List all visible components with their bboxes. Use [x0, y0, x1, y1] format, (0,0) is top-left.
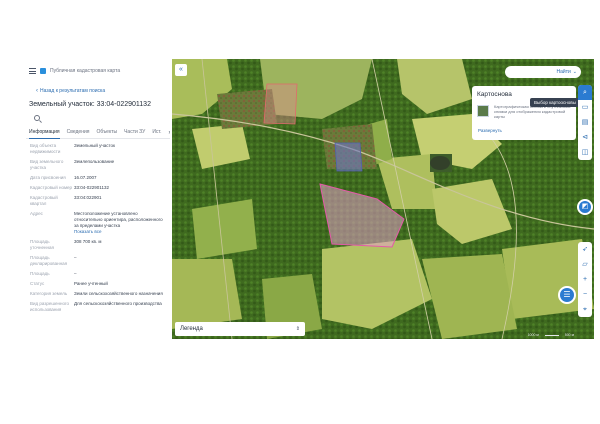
info-value: 33:04:022901 — [74, 195, 102, 200]
tab-bar: Информация Сведения Объекты Части ЗУ Ист… — [26, 128, 170, 139]
sidebar: Публичная кадастровая карта ‹ Назад к ре… — [26, 58, 170, 345]
printer-icon[interactable]: ▭ — [578, 100, 592, 115]
map-view[interactable]: « Найти ⌄ Картоснова Картографическая ос… — [172, 59, 594, 339]
tab-history[interactable]: Ист. — [152, 128, 161, 139]
info-row: Площадь декларированная – — [30, 255, 170, 267]
legend-dropdown[interactable]: Легенда ⇕ — [175, 322, 305, 336]
info-key: Дата присвоения — [30, 175, 66, 180]
info-key: Площадь — [30, 271, 50, 276]
back-link[interactable]: ‹ Назад к результатам поиска — [26, 88, 170, 94]
locate-icon[interactable]: ⌖ — [578, 302, 592, 317]
info-value: Для сельскохозяйственного производства — [74, 301, 162, 306]
share-icon[interactable]: ⊲ — [578, 130, 592, 145]
basemap-button[interactable]: ◩ — [577, 199, 593, 215]
basemap-expand-link[interactable]: Развернуть — [478, 128, 502, 133]
info-row: Дата присвоения 16.07.2007 — [30, 175, 170, 181]
info-value: 308 700 кв. м — [74, 239, 102, 244]
basemap-thumbnail[interactable] — [477, 105, 489, 117]
scale-line — [544, 333, 559, 336]
info-key: Площадь декларированная — [30, 255, 68, 266]
magnifier-icon[interactable] — [34, 115, 40, 121]
tab-objects[interactable]: Объекты — [96, 128, 117, 139]
scale-bar: 1000 м 500 м — [528, 333, 574, 337]
info-key: Площадь уточненная — [30, 239, 54, 250]
info-value: 33:04-022901132 — [74, 185, 109, 190]
zoom-toolbar: ➶ ▱ + − ⌖ — [578, 242, 592, 317]
plus-icon[interactable]: + — [578, 272, 592, 287]
app-header: Публичная кадастровая карта — [26, 64, 170, 78]
chevron-down-icon[interactable]: ⌄ — [573, 69, 577, 75]
menu-icon[interactable] — [29, 68, 36, 74]
info-key: Вид объекта недвижимости — [30, 143, 61, 154]
page-title: Земельный участок: 33:04-022901132 — [29, 101, 151, 108]
app-title: Публичная кадастровая карта — [50, 68, 121, 74]
layers-icon[interactable]: ◫ — [578, 145, 592, 160]
search-icon[interactable]: ⌕ — [578, 85, 592, 100]
logo-icon — [40, 68, 46, 74]
tab-parts[interactable]: Части ЗУ — [124, 128, 145, 139]
info-value: Земельный участок — [74, 143, 115, 148]
info-key: Вид разрешенного использования — [30, 301, 70, 312]
info-row: Площадь – — [30, 271, 170, 277]
scale-label-left: 1000 м — [527, 333, 539, 337]
info-row: Категория земель Земли сельскохозяйствен… — [30, 291, 170, 297]
info-value: Местоположение установлено относительно … — [74, 211, 164, 235]
chevron-right-icon[interactable]: › — [169, 130, 170, 136]
info-row: Статус Ранее учтенный — [30, 281, 170, 287]
info-row: Кадастровый квартал 33:04:022901 — [30, 195, 170, 207]
info-key: Статус — [30, 281, 45, 286]
info-key: Категория земель — [30, 291, 68, 296]
info-value: Ранее учтенный — [74, 281, 108, 286]
info-value: Земли сельскохозяйственного назначения — [74, 291, 163, 296]
info-row: Вид земельного участка Землепользование — [30, 159, 170, 171]
map-search[interactable]: Найти ⌄ — [505, 66, 581, 78]
legend-label: Легенда — [180, 326, 203, 332]
info-value: – — [74, 255, 77, 260]
back-link-label: Назад к результатам поиска — [40, 88, 106, 94]
collapse-sidebar-button[interactable]: « — [175, 64, 187, 76]
scale-label-right: 500 м — [564, 333, 574, 337]
info-row: Адрес Местоположение установлено относит… — [30, 211, 170, 235]
info-row: Кадастровый номер 33:04-022901132 — [30, 185, 170, 191]
tab-info[interactable]: Информация — [29, 128, 60, 139]
basemap-panel: Картоснова Картографическая основа и спу… — [472, 86, 576, 140]
info-value: – — [74, 271, 77, 276]
show-all-link[interactable]: Показать все — [74, 229, 164, 235]
basemap-title: Картоснова — [477, 91, 512, 98]
info-row: Площадь уточненная 308 700 кв. м — [30, 239, 170, 251]
info-key: Адрес — [30, 211, 43, 216]
chat-icon[interactable]: ☰ — [558, 286, 576, 304]
address-text: Местоположение установлено относительно … — [74, 211, 163, 228]
info-value: Землепользование — [74, 159, 115, 164]
find-button[interactable]: Найти — [557, 69, 571, 75]
ruler-icon[interactable]: ▱ — [578, 257, 592, 272]
compass-icon[interactable]: ➶ — [578, 242, 592, 257]
minus-icon[interactable]: − — [578, 287, 592, 302]
info-row: Вид разрешенного использования Для сельс… — [30, 301, 170, 313]
tab-details[interactable]: Сведения — [67, 128, 90, 139]
folder-icon[interactable]: ▤ — [578, 115, 592, 130]
info-list: Вид объекта недвижимости Земельный участ… — [26, 143, 170, 313]
map-toolbar: ⌕ ▭ ▤ ⊲ ◫ — [578, 85, 592, 160]
tooltip: Выбор картоосновы — [530, 98, 580, 107]
info-row: Вид объекта недвижимости Земельный участ… — [30, 143, 170, 155]
info-key: Кадастровый номер — [30, 185, 73, 190]
arrow-left-icon: ‹ — [36, 88, 38, 94]
info-key: Кадастровый квартал — [30, 195, 58, 206]
info-key: Вид земельного участка — [30, 159, 64, 170]
chevron-updown-icon: ⇕ — [295, 326, 300, 332]
info-value: 16.07.2007 — [74, 175, 97, 180]
page: Публичная кадастровая карта ‹ Назад к ре… — [0, 0, 600, 424]
